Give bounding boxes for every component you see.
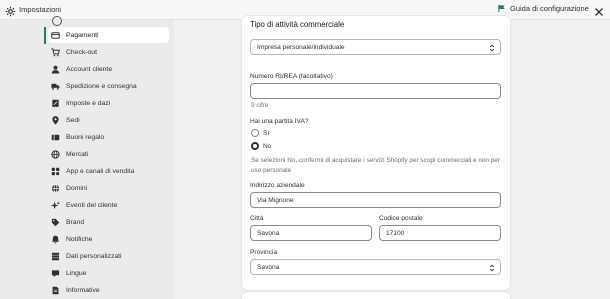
city-label: Città — [250, 215, 264, 222]
postal-code-label: Codice postale — [379, 215, 423, 222]
sidebar-item-label: Eventi del cliente — [66, 201, 118, 209]
select-chevron-icon — [489, 264, 495, 272]
sidebar-item-label: Spedizione e consegna — [66, 82, 137, 90]
province-label: Provincia — [250, 249, 278, 256]
sidebar-item-sedi[interactable]: Sedi — [48, 112, 169, 128]
gear-icon — [5, 4, 16, 17]
sidebar-item-app-canali[interactable]: App e canali di vendita — [48, 163, 169, 179]
partial-icon — [52, 16, 62, 26]
sidebar-item-informative[interactable]: Informative — [48, 282, 169, 298]
vat-note: Se selezioni No, confermi di acquistare … — [251, 157, 500, 174]
location-pin-icon — [51, 115, 60, 125]
sidebar-item-label: Lingue — [66, 269, 87, 277]
business-type-select[interactable]: Impresa personale/individuale — [250, 39, 501, 55]
postal-code-value: 17100 — [386, 229, 405, 237]
vat-no-radio[interactable] — [251, 142, 259, 150]
province-value: Savona — [257, 263, 280, 271]
address-input[interactable]: Via Mignone — [250, 192, 501, 208]
language-icon — [51, 269, 60, 278]
address-label: Indirizzo aziendale — [250, 182, 305, 189]
city-input[interactable]: Savona — [250, 225, 372, 241]
gift-card-icon — [51, 133, 60, 142]
flag-icon — [498, 4, 505, 13]
bell-icon — [51, 235, 60, 244]
sidebar-item-label: App e canali di vendita — [66, 167, 135, 175]
sidebar-item-label: Pagamenti — [66, 31, 99, 39]
sidebar-item-label: Notifiche — [66, 235, 93, 243]
next-card — [242, 292, 510, 299]
sidebar-item-spedizione[interactable]: Spedizione e consegna — [48, 78, 169, 94]
cart-icon — [51, 47, 60, 57]
postal-code-input[interactable]: 17100 — [379, 225, 501, 241]
sidebar-item-label: Imposte e dazi — [66, 99, 111, 107]
setup-guide-label: Guida di configurazione — [510, 4, 589, 13]
city-value: Savona — [257, 229, 280, 237]
province-select[interactable]: Savona — [250, 259, 501, 275]
sidebar-item-pagamenti[interactable]: Pagamenti — [48, 27, 169, 43]
sidebar-item-dati-personalizzati[interactable]: Dati personalizzati — [48, 248, 169, 264]
page-title: Impostazioni — [19, 5, 62, 14]
address-value: Via Mignone — [257, 196, 294, 204]
business-type-heading: Tipo di attività commerciale — [250, 20, 345, 29]
sidebar-item-notifiche[interactable]: Notifiche — [48, 231, 169, 247]
sidebar-item-account-cliente[interactable]: Account cliente — [48, 61, 169, 77]
active-indicator — [44, 27, 46, 44]
sidebar-item-domini[interactable]: Domini — [48, 180, 169, 196]
setup-guide-link[interactable]: Guida di configurazione — [497, 4, 589, 13]
sidebar-item-imposte[interactable]: Imposte e dazi — [48, 95, 169, 111]
close-icon[interactable] — [594, 4, 604, 16]
sidebar-item-mercati[interactable]: Mercati — [48, 146, 169, 162]
database-icon — [51, 252, 60, 261]
vat-yes-radio[interactable] — [251, 129, 259, 137]
person-icon — [51, 65, 60, 74]
apps-icon — [51, 167, 60, 176]
sidebar-item-brand[interactable]: Brand — [48, 214, 169, 230]
truck-icon — [51, 82, 60, 91]
vat-no-label: No — [263, 143, 272, 150]
settings-sidebar: Pagamenti Check-out Account cliente Sped… — [0, 16, 174, 299]
sidebar-item-eventi[interactable]: Eventi del cliente — [48, 197, 169, 213]
rea-helper: 9 cifre — [251, 102, 269, 109]
document-icon — [51, 286, 60, 295]
tax-icon — [51, 99, 60, 108]
payment-card-icon — [51, 31, 60, 40]
sidebar-item-label: Brand — [66, 218, 85, 226]
rea-label: Numero RI/REA (facoltativo) — [250, 73, 333, 80]
sidebar-item-check-out[interactable]: Check-out — [48, 44, 169, 60]
vat-yes-label: Sì — [263, 130, 270, 137]
sidebar-item-label: Mercati — [66, 150, 89, 158]
sidebar-item-label: Informative — [66, 286, 100, 294]
sidebar-item-buoni-regalo[interactable]: Buoni regalo — [48, 129, 169, 145]
business-type-value: Impresa personale/individuale — [257, 43, 345, 51]
globe-icon — [51, 149, 60, 159]
sidebar-item-label: Dati personalizzati — [66, 252, 122, 260]
sidebar-item-label: Domini — [66, 184, 88, 192]
vat-question: Hai una partita IVA? — [250, 118, 309, 125]
sidebar-item-label: Sedi — [66, 116, 80, 124]
sidebar-item-label: Account cliente — [66, 65, 113, 73]
select-chevron-icon — [489, 44, 495, 52]
sparkle-icon — [51, 200, 60, 210]
business-details-card — [242, 16, 510, 290]
brand-tag-icon — [51, 218, 60, 227]
sidebar-item-label: Check-out — [66, 48, 97, 56]
sidebar-item-lingue[interactable]: Lingue — [48, 265, 169, 281]
sidebar-item-label: Buoni regalo — [66, 133, 105, 141]
rea-input[interactable] — [250, 83, 501, 99]
domain-globe-icon — [51, 184, 60, 193]
